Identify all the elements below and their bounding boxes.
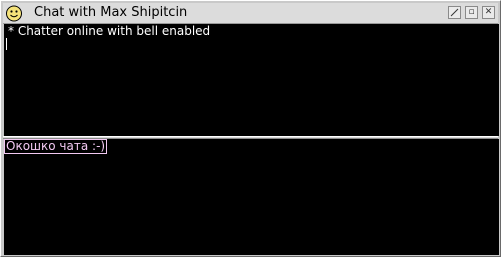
close-button[interactable]: ✕ [482,6,495,19]
smiley-face-icon[interactable] [5,4,23,22]
close-icon: ✕ [484,7,493,17]
shade-button[interactable] [448,6,461,19]
chat-log[interactable]: * Chatter online with bell enabled [4,24,499,136]
chat-message: * Chatter online with bell enabled [8,24,211,38]
text-caret [6,38,7,50]
title-bar[interactable]: Chat with Max Shipitcin ▫ ✕ [3,3,498,24]
window-title: Chat with Max Shipitcin [34,5,188,20]
message-input[interactable]: Окошко чата :-) [4,139,499,255]
message-input-text: Окошко чата :-) [4,139,108,154]
minimize-button[interactable]: ▫ [465,6,478,19]
chat-window: Chat with Max Shipitcin ▫ ✕ * Chatter on… [0,0,501,257]
slash-box-icon [450,8,459,17]
minimize-icon: ▫ [468,7,475,17]
